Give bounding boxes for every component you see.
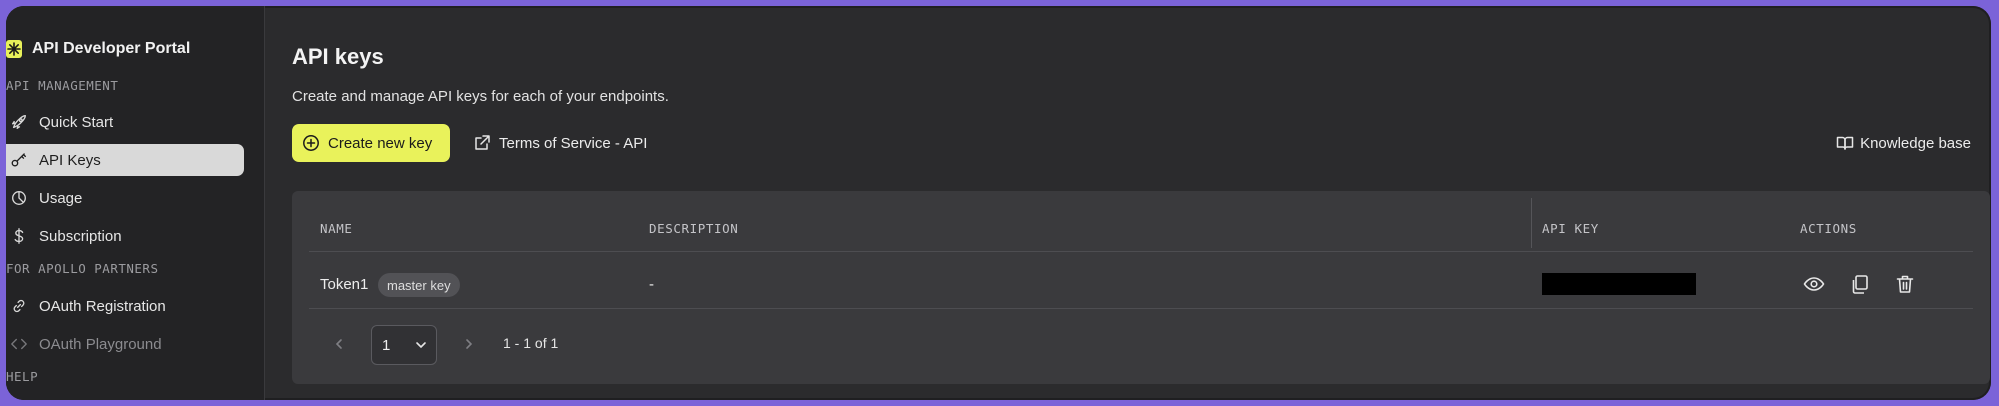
column-header-description: DESCRIPTION <box>649 221 739 236</box>
sidebar-item-oauth-registration[interactable]: OAuth Registration <box>6 290 244 322</box>
key-icon <box>9 150 29 170</box>
external-link-icon <box>473 134 491 152</box>
api-keys-table: NAME DESCRIPTION API KEY ACTIONS Token1 … <box>292 191 1990 384</box>
pie-chart-icon <box>9 188 29 208</box>
asterisk-logo-icon <box>6 40 22 58</box>
chevron-down-icon <box>414 338 428 352</box>
sidebar: API Developer Portal API MANAGEMENT Quic… <box>6 6 265 400</box>
sidebar-item-label: Usage <box>39 189 83 207</box>
terms-of-service-link[interactable]: Terms of Service - API <box>473 124 647 162</box>
master-key-badge: master key <box>378 273 460 297</box>
page-select-value: 1 <box>382 336 391 354</box>
section-label-api-management: API MANAGEMENT <box>6 78 119 93</box>
app-window: API Developer Portal API MANAGEMENT Quic… <box>6 6 1991 400</box>
key-description: - <box>649 276 654 293</box>
page-subtitle: Create and manage API keys for each of y… <box>292 88 669 105</box>
main-content: API keys Create and manage API keys for … <box>265 6 1991 400</box>
brand[interactable]: API Developer Portal <box>6 34 190 64</box>
knowledge-base-label: Knowledge base <box>1860 134 1971 152</box>
dollar-icon <box>9 226 29 246</box>
next-page-button[interactable] <box>457 332 481 356</box>
key-name: Token1 <box>320 276 369 293</box>
sidebar-item-label: Quick Start <box>39 113 114 131</box>
page-select[interactable]: 1 <box>371 325 437 365</box>
create-new-key-label: Create new key <box>328 134 433 152</box>
sidebar-item-subscription[interactable]: Subscription <box>6 220 244 252</box>
sidebar-item-label: Subscription <box>39 227 122 245</box>
section-label-apollo-partners: FOR APOLLO PARTNERS <box>6 261 159 276</box>
sidebar-item-oauth-playground[interactable]: OAuth Playground <box>6 328 244 360</box>
sidebar-item-label: OAuth Registration <box>39 297 166 315</box>
sidebar-item-api-keys[interactable]: API Keys <box>6 144 244 176</box>
previous-page-button[interactable] <box>327 332 351 356</box>
sidebar-item-label: OAuth Playground <box>39 335 162 353</box>
book-icon <box>1836 134 1854 152</box>
rocket-icon <box>9 112 29 132</box>
sidebar-item-quick-start[interactable]: Quick Start <box>6 106 244 138</box>
knowledge-base-link[interactable]: Knowledge base <box>1836 124 1971 162</box>
terms-of-service-label: Terms of Service - API <box>499 134 648 152</box>
sidebar-item-usage[interactable]: Usage <box>6 182 244 214</box>
section-label-help: HELP <box>6 369 39 384</box>
header-divider <box>309 251 1973 252</box>
plus-circle-icon <box>302 134 320 152</box>
column-header-api-key: API KEY <box>1542 221 1599 236</box>
column-header-actions: ACTIONS <box>1800 221 1857 236</box>
code-icon <box>9 334 29 354</box>
column-header-name: NAME <box>320 221 353 236</box>
app-title: API Developer Portal <box>32 40 191 57</box>
create-new-key-button[interactable]: Create new key <box>292 124 450 162</box>
page-title: API keys <box>292 44 384 69</box>
api-key-value-redacted <box>1542 273 1696 295</box>
sidebar-item-label: API Keys <box>39 151 101 169</box>
pagination-range: 1 - 1 of 1 <box>503 335 559 351</box>
row-divider <box>309 308 1973 309</box>
copy-icon[interactable] <box>1848 272 1872 296</box>
eye-icon[interactable] <box>1802 272 1826 296</box>
column-divider[interactable] <box>1531 198 1532 248</box>
link-icon <box>9 296 29 316</box>
trash-icon[interactable] <box>1893 272 1917 296</box>
